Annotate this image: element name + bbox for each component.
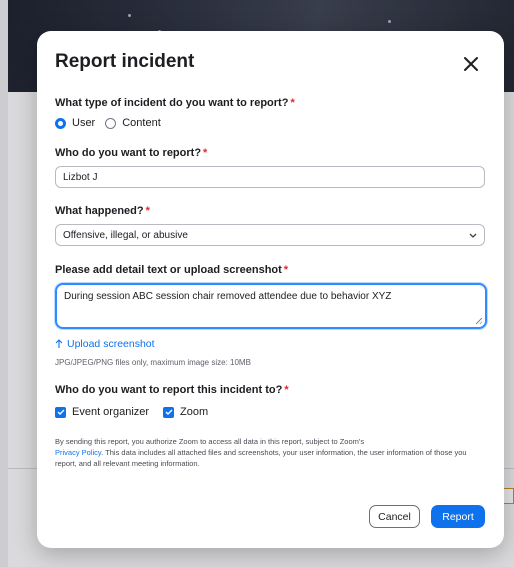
checkbox-event-organizer[interactable] — [55, 406, 66, 418]
dialog-title: Report incident — [55, 51, 195, 72]
who-input[interactable]: Lizbot J — [55, 166, 485, 188]
resize-handle[interactable] — [476, 318, 482, 324]
report-to-checkbox-group: Event organizer Zoom — [55, 406, 222, 418]
disclaimer-text: By sending this report, you authorize Zo… — [55, 437, 467, 468]
radio-content[interactable] — [105, 117, 117, 129]
checkbox-zoom[interactable] — [163, 406, 175, 418]
close-icon — [464, 57, 478, 71]
incident-type-label: What type of incident do you want to rep… — [55, 97, 295, 109]
chevron-down-icon — [469, 230, 477, 240]
required-mark: * — [203, 147, 208, 159]
upload-icon — [55, 339, 63, 348]
required-mark: * — [284, 384, 289, 396]
cancel-button[interactable]: Cancel — [369, 505, 420, 528]
radio-user[interactable] — [55, 117, 66, 129]
privacy-policy-link[interactable]: Privacy Policy — [55, 448, 101, 457]
incident-type-radio-group: User Content — [55, 117, 171, 129]
upload-screenshot-link[interactable]: Upload screenshot — [55, 338, 155, 350]
detail-textarea[interactable]: During session ABC session chair removed… — [55, 283, 487, 329]
checkmark-icon — [57, 409, 64, 415]
what-happened-value: Offensive, illegal, or abusive — [63, 229, 188, 241]
close-button[interactable] — [460, 53, 482, 75]
required-mark: * — [145, 205, 150, 217]
required-mark: * — [283, 264, 289, 276]
who-label: Who do you want to report? * — [55, 147, 208, 159]
radio-user-label[interactable]: User — [72, 117, 95, 129]
upload-hint: JPG/JPEG/PNG files only, maximum image s… — [55, 358, 251, 367]
what-happened-label: What happened? * — [55, 205, 150, 217]
checkmark-icon — [165, 409, 173, 415]
report-button[interactable]: Report — [431, 505, 485, 528]
what-happened-select[interactable]: Offensive, illegal, or abusive — [55, 224, 485, 246]
radio-content-label[interactable]: Content — [122, 117, 161, 129]
detail-label: Please add detail text or upload screens… — [55, 264, 289, 276]
checkbox-zoom-label[interactable]: Zoom — [180, 406, 208, 418]
who-input-value: Lizbot J — [63, 171, 98, 183]
required-mark: * — [290, 97, 295, 109]
report-to-label: Who do you want to report this incident … — [55, 384, 289, 396]
report-incident-dialog: Report incident What type of incident do… — [37, 31, 504, 548]
detail-textarea-value: During session ABC session chair removed… — [64, 291, 392, 302]
checkbox-event-organizer-label[interactable]: Event organizer — [72, 406, 149, 418]
